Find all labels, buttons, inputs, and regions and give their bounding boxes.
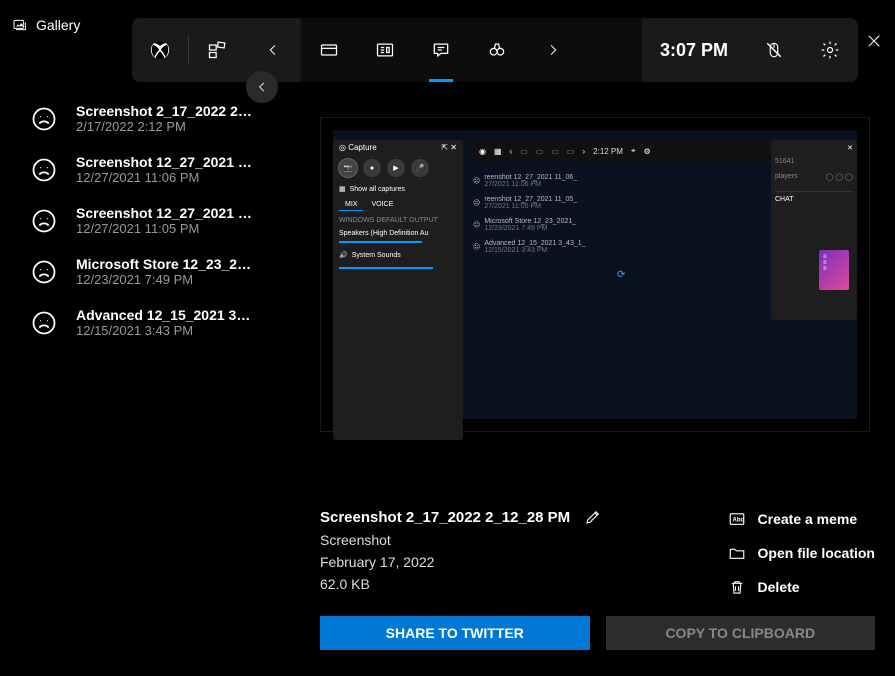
chevron-left-icon xyxy=(265,42,281,58)
capture-type: Screenshot xyxy=(320,532,602,548)
collapse-button[interactable] xyxy=(246,71,278,103)
performance-tab[interactable] xyxy=(469,18,525,82)
item-date: 2/17/2022 2:12 PM xyxy=(76,119,280,134)
folder-icon xyxy=(728,544,746,562)
capture-title: Screenshot 2_17_2022 2_12_28 PM xyxy=(320,509,570,526)
preview-gamebar: ◉▦‹▭▭▭▭› 2:12 PM⌖⚙ xyxy=(473,140,773,162)
delete-button[interactable]: Delete xyxy=(728,578,875,596)
widgets-icon xyxy=(207,40,227,60)
sad-face-icon xyxy=(30,207,58,235)
list-item[interactable]: Screenshot 12_27_2021 11_05...12/27/2021… xyxy=(0,195,300,246)
sad-face-icon xyxy=(30,258,58,286)
widgets-button[interactable] xyxy=(189,18,245,82)
copy-clipboard-button[interactable]: COPY TO CLIPBOARD xyxy=(606,616,876,650)
item-title: Microsoft Store 12_23_2021... xyxy=(76,256,256,272)
item-title: Screenshot 12_27_2021 11_05... xyxy=(76,205,256,221)
capture-icon xyxy=(319,40,339,60)
gallery-icon xyxy=(12,17,28,33)
capture-tab[interactable] xyxy=(301,18,357,82)
close-button[interactable] xyxy=(865,32,883,55)
sad-face-icon xyxy=(30,156,58,184)
list-item[interactable]: Screenshot 12_27_2021 11_06...12/27/2021… xyxy=(0,144,300,195)
capture-size: 62.0 KB xyxy=(320,576,602,592)
news-icon xyxy=(375,40,395,60)
list-item[interactable]: Advanced 12_15_2021 3_43_1...12/15/2021 … xyxy=(0,297,300,348)
trash-icon xyxy=(728,578,746,596)
item-title: Screenshot 12_27_2021 11_06... xyxy=(76,154,256,170)
item-date: 12/27/2021 11:05 PM xyxy=(76,221,280,236)
close-icon xyxy=(865,32,883,50)
gear-icon xyxy=(820,40,840,60)
xbox-icon xyxy=(149,39,171,61)
list-item[interactable]: Microsoft Store 12_23_2021...12/23/2021 … xyxy=(0,246,300,297)
gallery-header: Gallery xyxy=(12,17,80,33)
sad-face-icon xyxy=(30,309,58,337)
chevron-right-icon xyxy=(545,42,561,58)
chevron-left-icon xyxy=(255,80,269,94)
clock: 3:07 PM xyxy=(642,40,746,61)
edit-icon[interactable] xyxy=(584,508,602,526)
mouse-button[interactable] xyxy=(746,18,802,82)
xbox-button[interactable] xyxy=(132,18,188,82)
open-location-button[interactable]: Open file location xyxy=(728,544,875,562)
capture-date: February 17, 2022 xyxy=(320,554,602,570)
sad-face-icon xyxy=(30,105,58,133)
xbox-social-tab[interactable] xyxy=(413,18,469,82)
item-date: 12/23/2021 7:49 PM xyxy=(76,272,280,287)
binoculars-icon xyxy=(487,40,507,60)
mouse-icon xyxy=(765,41,783,59)
meme-icon: Abc xyxy=(728,510,746,528)
capture-list: Screenshot 2_17_2022 2_12_...2/17/2022 2… xyxy=(0,85,300,676)
screenshot-preview[interactable]: ◉▦‹▭▭▭▭› 2:12 PM⌖⚙ ◎ Capture⇱ ✕ 📷●▶🎤 ▦Sh… xyxy=(320,117,870,432)
next-button[interactable] xyxy=(525,18,581,82)
item-date: 12/27/2021 11:06 PM xyxy=(76,170,280,185)
audio-tab[interactable] xyxy=(357,18,413,82)
game-bar: 3:07 PM xyxy=(132,18,858,82)
share-twitter-button[interactable]: SHARE TO TWITTER xyxy=(320,616,590,650)
item-date: 12/15/2021 3:43 PM xyxy=(76,323,280,338)
settings-button[interactable] xyxy=(802,18,858,82)
gallery-title: Gallery xyxy=(36,17,80,33)
chat-icon xyxy=(431,40,451,60)
item-title: Advanced 12_15_2021 3_43_1... xyxy=(76,307,256,323)
create-meme-button[interactable]: Abc Create a meme xyxy=(728,510,875,528)
item-title: Screenshot 2_17_2022 2_12_... xyxy=(76,103,256,119)
svg-text:Abc: Abc xyxy=(732,517,744,523)
